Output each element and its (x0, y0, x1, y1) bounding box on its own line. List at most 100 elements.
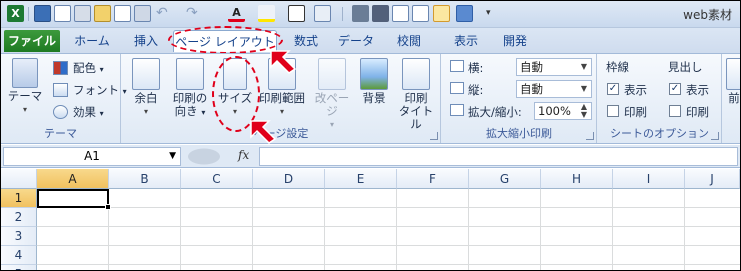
row-header-5[interactable]: 5 (1, 265, 37, 270)
theme-effects-button[interactable]: 効果 ▾ (53, 103, 104, 121)
arrange-icon[interactable] (456, 5, 473, 22)
gridline (684, 189, 685, 270)
gridline (37, 226, 740, 227)
headings-view-checkbox[interactable]: ✓ (669, 83, 681, 95)
width-select[interactable]: 自動 ▼ (516, 58, 592, 76)
tab-developer[interactable]: 開発 (493, 30, 537, 52)
column-header-I[interactable]: I (613, 169, 685, 189)
name-box[interactable]: A1 ▼ (3, 147, 181, 166)
theme-colors-button[interactable]: 配色 ▾ (53, 59, 104, 77)
gridline (37, 264, 740, 265)
row-header-4[interactable]: 4 (1, 246, 37, 265)
tab-file[interactable]: ファイル (4, 30, 60, 52)
excel-window: X ↶ ↷ A ▾ web素材 ファイル ホーム 挿入 ページ レイアウト 数式… (0, 0, 741, 271)
tab-view[interactable]: 表示 (444, 30, 488, 52)
worksheet-grid: A B C D E F G H I J 1 2 3 4 5 (1, 169, 740, 270)
scale-to-fit-group-label: 拡大縮小印刷 (486, 127, 552, 140)
redo-icon[interactable]: ↷ (186, 5, 203, 22)
size-button[interactable]: サイズ ▾ (216, 58, 254, 118)
theme-effects-label: 効果 (73, 105, 96, 119)
scale-label: 拡大/縮小: (468, 105, 522, 119)
new-file-icon[interactable] (114, 5, 131, 22)
fill-handle[interactable] (105, 204, 111, 210)
width-icon (450, 60, 464, 72)
colors-icon (53, 61, 68, 75)
select-all-corner[interactable] (1, 169, 37, 189)
gridlines-print-checkbox[interactable] (607, 105, 619, 117)
open-icon[interactable] (94, 5, 111, 22)
orientation-button[interactable]: 印刷の 向き ▾ (168, 58, 212, 119)
undo-icon[interactable]: ↶ (156, 5, 173, 22)
print-preview-icon[interactable] (54, 5, 71, 22)
quick-print-icon[interactable] (134, 5, 151, 22)
breaks-icon (318, 58, 346, 90)
camera-icon[interactable] (352, 5, 369, 22)
print-titles-icon (402, 58, 430, 90)
gridlines-view-checkbox[interactable]: ✓ (607, 83, 619, 95)
theme-group: テーマ ▾ 配色 ▾ フォント ▾ 効果 ▾ テーマ (1, 54, 127, 143)
page-setup-dialog-launcher-icon[interactable] (430, 132, 438, 140)
customize-qat-icon[interactable]: ▾ (486, 5, 503, 22)
headings-view-label: 表示 (686, 83, 709, 97)
margins-label: 余白 (134, 91, 158, 105)
theme-fonts-label: フォント (73, 83, 119, 97)
gridline (396, 189, 397, 270)
save-icon[interactable] (34, 5, 51, 22)
grid-tool-icon[interactable] (392, 5, 409, 22)
page-break-view-icon[interactable] (412, 5, 429, 22)
tab-page-layout[interactable]: ページ レイアウト (173, 30, 277, 52)
headings-print-checkbox[interactable] (669, 105, 681, 117)
formula-input[interactable] (259, 147, 738, 166)
background-button[interactable]: 背景 (356, 58, 392, 105)
margins-icon (132, 58, 160, 90)
margins-button[interactable]: 余白 ▾ (128, 58, 164, 118)
font-color-icon[interactable]: A (228, 5, 245, 22)
page-setup-group-label: ページ設定 (253, 127, 309, 140)
row-header-1[interactable]: 1 (1, 189, 37, 208)
tab-data[interactable]: データ (334, 30, 378, 52)
breaks-button[interactable]: 改ページ ▾ (310, 58, 354, 131)
column-header-A[interactable]: A (37, 169, 109, 189)
tab-home[interactable]: ホーム (67, 30, 117, 52)
row-header-2[interactable]: 2 (1, 208, 37, 227)
excel-logo-icon[interactable]: X (7, 5, 24, 22)
column-header-J[interactable]: J (685, 169, 740, 189)
fill-color-icon[interactable] (258, 5, 275, 22)
bring-forward-button[interactable]: 前 (725, 58, 740, 105)
scale-dialog-launcher-icon[interactable] (586, 132, 594, 140)
active-cell-A1[interactable] (37, 189, 111, 210)
height-select[interactable]: 自動 ▼ (516, 80, 592, 98)
chevron-down-icon[interactable]: ▼ (169, 148, 176, 165)
print-icon[interactable] (74, 5, 91, 22)
insert-function-icon[interactable]: fx (238, 148, 249, 162)
page-layout-view-icon[interactable] (433, 5, 450, 22)
sheet-options-dialog-launcher-icon[interactable] (711, 132, 719, 140)
effects-icon (53, 105, 68, 119)
column-header-C[interactable]: C (181, 169, 253, 189)
red-arrow-icon (250, 120, 277, 144)
themes-icon (12, 58, 38, 88)
scale-to-fit-group: 横: 自動 ▼ 縦: 自動 ▼ 拡大/縮小: 100% ▲ ▼ 拡大縮小印刷 (442, 54, 597, 143)
formula-bar: A1 ▼ fx (1, 145, 740, 168)
border-icon[interactable] (288, 5, 305, 22)
column-header-F[interactable]: F (397, 169, 469, 189)
format-painter-icon[interactable] (314, 5, 331, 22)
theme-fonts-button[interactable]: フォント ▾ (53, 81, 127, 99)
column-header-D[interactable]: D (253, 169, 325, 189)
height-value: 自動 (520, 82, 543, 96)
screenshot-icon[interactable] (372, 5, 389, 22)
tab-review[interactable]: 校閲 (387, 30, 431, 52)
column-header-B[interactable]: B (109, 169, 181, 189)
size-icon (223, 58, 247, 90)
height-label: 縦: (468, 83, 484, 97)
column-header-E[interactable]: E (325, 169, 397, 189)
tab-insert[interactable]: 挿入 (124, 30, 168, 52)
formula-buttons: fx (186, 147, 256, 166)
column-header-G[interactable]: G (469, 169, 541, 189)
row-header-3[interactable]: 3 (1, 227, 37, 246)
themes-button[interactable]: テーマ ▾ (5, 58, 45, 116)
print-titles-button[interactable]: 印刷 タイトル (394, 58, 438, 131)
column-header-H[interactable]: H (541, 169, 613, 189)
red-arrow-icon (270, 50, 297, 74)
scale-spinner[interactable]: 100% ▲ ▼ (534, 102, 592, 120)
